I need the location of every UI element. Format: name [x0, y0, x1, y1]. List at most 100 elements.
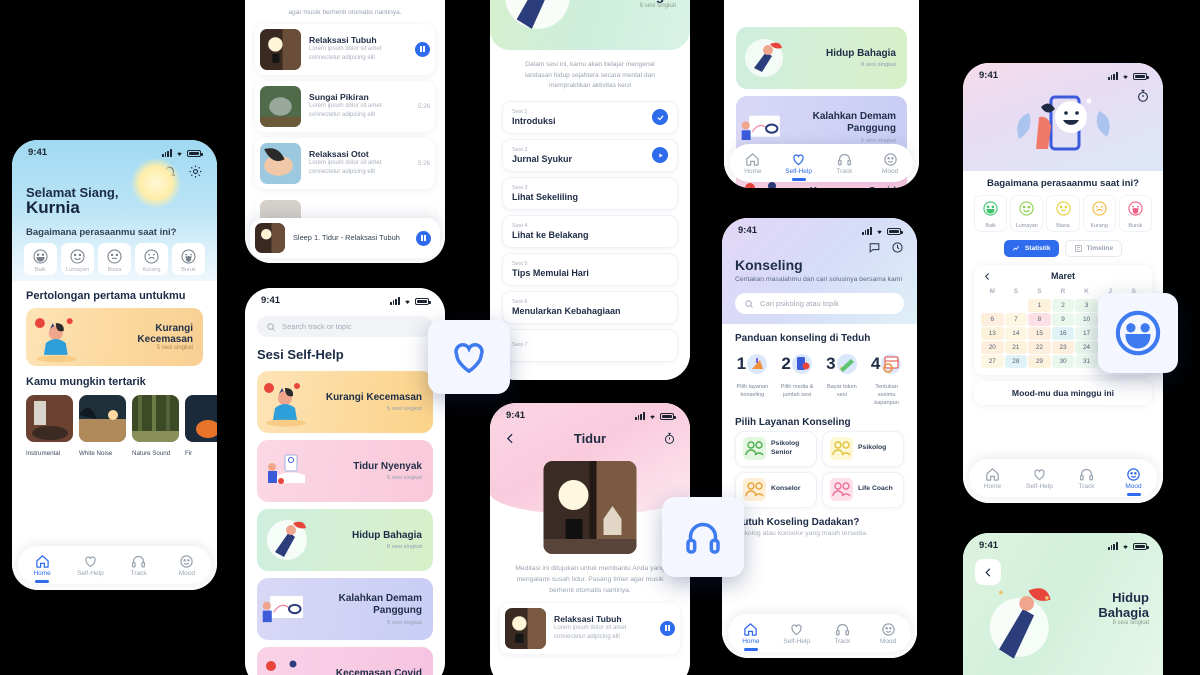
mini-player-pause-button[interactable] — [416, 230, 431, 246]
mood-option-biasa[interactable]: Biasa — [1046, 195, 1080, 232]
nav-item-self-help[interactable]: Self-Help — [776, 152, 822, 181]
calendar-day[interactable]: 3 — [1075, 299, 1098, 312]
chevron-left-icon[interactable] — [504, 432, 517, 445]
nav-item-track[interactable]: Track — [115, 554, 163, 577]
nav-item-track[interactable]: Track — [820, 622, 866, 645]
mood-option-lumayan[interactable]: Lumayan — [1010, 195, 1044, 232]
interest-item[interactable]: White Noise — [79, 395, 126, 457]
gear-icon[interactable] — [188, 164, 203, 179]
timer-icon[interactable] — [1136, 89, 1150, 103]
player-track-row[interactable]: Relaksasi Tubuh Lorem ipsum dolor sit am… — [500, 602, 680, 654]
pause-button[interactable] — [660, 620, 675, 636]
bottom-nav[interactable]: Home Self-Help Track Mood — [18, 546, 211, 584]
calendar-day[interactable]: 24 — [1075, 341, 1098, 354]
timer-icon[interactable] — [663, 432, 676, 445]
nav-item-mood[interactable]: Mood — [865, 622, 911, 645]
nav-item-home[interactable]: Home — [728, 622, 774, 651]
self-help-card[interactable]: Tidur Nyenyak 5 sesi singkat — [257, 440, 433, 502]
view-toggle-group[interactable]: Statistik Timeline — [963, 232, 1163, 257]
self-help-card[interactable]: Kalahkan Demam Panggung 5 sesi singkat — [257, 578, 433, 640]
mood-option-baik[interactable]: Baik — [974, 195, 1008, 232]
calendar-day[interactable]: 16 — [1051, 327, 1075, 340]
nav-item-home[interactable]: Home — [730, 152, 776, 175]
self-help-card[interactable]: Kurangi Kecemasan 5 sesi singkat — [257, 371, 433, 433]
session-row[interactable]: Sesi 6 Menularkan Kebahagiaan — [502, 290, 678, 324]
mini-player[interactable]: Sleep 1. Tidur - Relaksasi Tubuh — [250, 218, 440, 258]
calendar-day[interactable]: 9 — [1051, 313, 1075, 326]
calendar-day[interactable]: 1 — [1028, 299, 1051, 312]
featured-card[interactable]: Kurangi Kecemasan 5 sesi singkat — [26, 308, 203, 366]
wifi-icon — [650, 415, 655, 419]
search-input[interactable]: Search track or topic — [257, 316, 433, 337]
self-help-card[interactable]: Hidup Bahagia 8 sesi singkat — [736, 27, 907, 89]
calendar-day[interactable]: 27 — [981, 355, 1004, 368]
session-row[interactable]: Sesi 7 — [502, 328, 678, 362]
track-row[interactable]: Relaksasi Tubuh Lorem ipsum dolor sit am… — [255, 23, 435, 75]
nav-item-self-help[interactable]: Self-Help — [774, 622, 820, 645]
interest-item[interactable]: Nature Sound — [132, 395, 179, 457]
calendar-day[interactable]: 15 — [1028, 327, 1051, 340]
interest-item[interactable]: Instrumental — [26, 395, 73, 457]
calendar-day[interactable]: 10 — [1075, 313, 1098, 326]
track-row[interactable]: Sungai Pikiran Lorem ipsum dolor sit ame… — [255, 80, 435, 132]
guide-caption: Tentukan sesimu kapanpun — [874, 384, 899, 407]
self-help-card-title: Tidur Nyenyak — [353, 460, 422, 472]
mood-option-buruk[interactable]: Buruk — [1118, 195, 1153, 232]
nav-item-home[interactable]: Home — [18, 554, 66, 583]
calendar-day[interactable]: 13 — [981, 327, 1004, 340]
calendar-day[interactable]: 17 — [1075, 327, 1098, 340]
nav-item-self-help[interactable]: Self-Help — [66, 554, 114, 577]
calendar-day[interactable]: 14 — [1004, 327, 1028, 340]
service-card-psikolog-senior[interactable]: Psikolog Senior — [735, 430, 817, 467]
session-row[interactable]: Sesi 3 Lihat Sekeliling — [502, 176, 678, 210]
nav-item-mood[interactable]: Mood — [163, 554, 211, 577]
self-help-card[interactable]: Kecemasan Covid 5 sesi singkat — [257, 647, 433, 675]
nav-item-track[interactable]: Track — [822, 152, 868, 175]
nav-item-self-help[interactable]: Self-Help — [1016, 467, 1063, 490]
bottom-nav[interactable]: Home Self-Help Track Mood — [969, 459, 1157, 497]
pause-button[interactable] — [415, 41, 430, 57]
session-row[interactable]: Sesi 5 Tips Memulai Hari — [502, 252, 678, 286]
mood-selector[interactable]: Baik Lumayan Biasa Kurang Buruk — [963, 195, 1163, 232]
calendar-day[interactable]: 29 — [1028, 355, 1051, 368]
chevron-left-icon[interactable] — [983, 272, 992, 281]
calendar-day[interactable]: 8 — [1028, 313, 1051, 326]
calendar-day[interactable]: 6 — [981, 313, 1004, 326]
toggle-timeline[interactable]: Timeline — [1064, 240, 1123, 257]
nav-item-mood[interactable]: Mood — [1110, 467, 1157, 496]
session-row[interactable]: Sesi 4 Lihat ke Belakang — [502, 214, 678, 248]
calendar-day[interactable]: 2 — [1051, 299, 1075, 312]
nav-item-track[interactable]: Track — [1063, 467, 1110, 490]
service-card-psikolog[interactable]: Psikolog — [822, 430, 904, 467]
service-card-life-coach[interactable]: Life Coach — [822, 471, 904, 508]
counseling-search-input[interactable]: Cari psikolog atau topik — [735, 293, 904, 315]
toggle-statistik[interactable]: Statistik — [1003, 240, 1059, 257]
heart-icon — [85, 555, 96, 567]
calendar-day[interactable]: 31 — [1075, 355, 1098, 368]
clock-icon[interactable] — [891, 241, 904, 254]
back-button[interactable] — [975, 559, 1001, 585]
calendar-day[interactable]: 28 — [1004, 355, 1028, 368]
interest-item[interactable]: Fir — [185, 395, 217, 457]
guide-illustration: 2 — [777, 347, 818, 381]
bottom-nav[interactable]: Home Self-Help Track Mood — [730, 144, 913, 182]
session-row[interactable]: Sesi 1 Introduksi — [502, 100, 678, 134]
chat-icon[interactable] — [868, 241, 881, 254]
calendar-day[interactable]: 22 — [1028, 341, 1051, 354]
bottom-nav[interactable]: Home Self-Help Track Mood — [728, 614, 911, 652]
service-card-konselor[interactable]: Konselor — [735, 471, 817, 508]
nav-item-home[interactable]: Home — [969, 467, 1016, 490]
calendar-day[interactable]: 30 — [1051, 355, 1075, 368]
nav-label: Self-Help — [77, 569, 104, 577]
calendar-day[interactable]: 23 — [1051, 341, 1075, 354]
session-row[interactable]: Sesi 2 Jurnal Syukur — [502, 138, 678, 172]
status-bar: 9:41 — [245, 288, 445, 308]
calendar-day[interactable]: 7 — [1004, 313, 1028, 326]
mood-option-kurang[interactable]: Kurang — [1082, 195, 1116, 232]
calendar-day[interactable]: 21 — [1004, 341, 1028, 354]
nav-item-mood[interactable]: Mood — [867, 152, 913, 175]
self-help-card[interactable]: Hidup Bahagia 8 sesi singkat — [257, 509, 433, 571]
calendar-day[interactable]: 20 — [981, 341, 1004, 354]
track-row[interactable]: Relaksasi Otot Lorem ipsum dolor sit ame… — [255, 137, 435, 189]
session-play-button[interactable] — [652, 147, 668, 164]
